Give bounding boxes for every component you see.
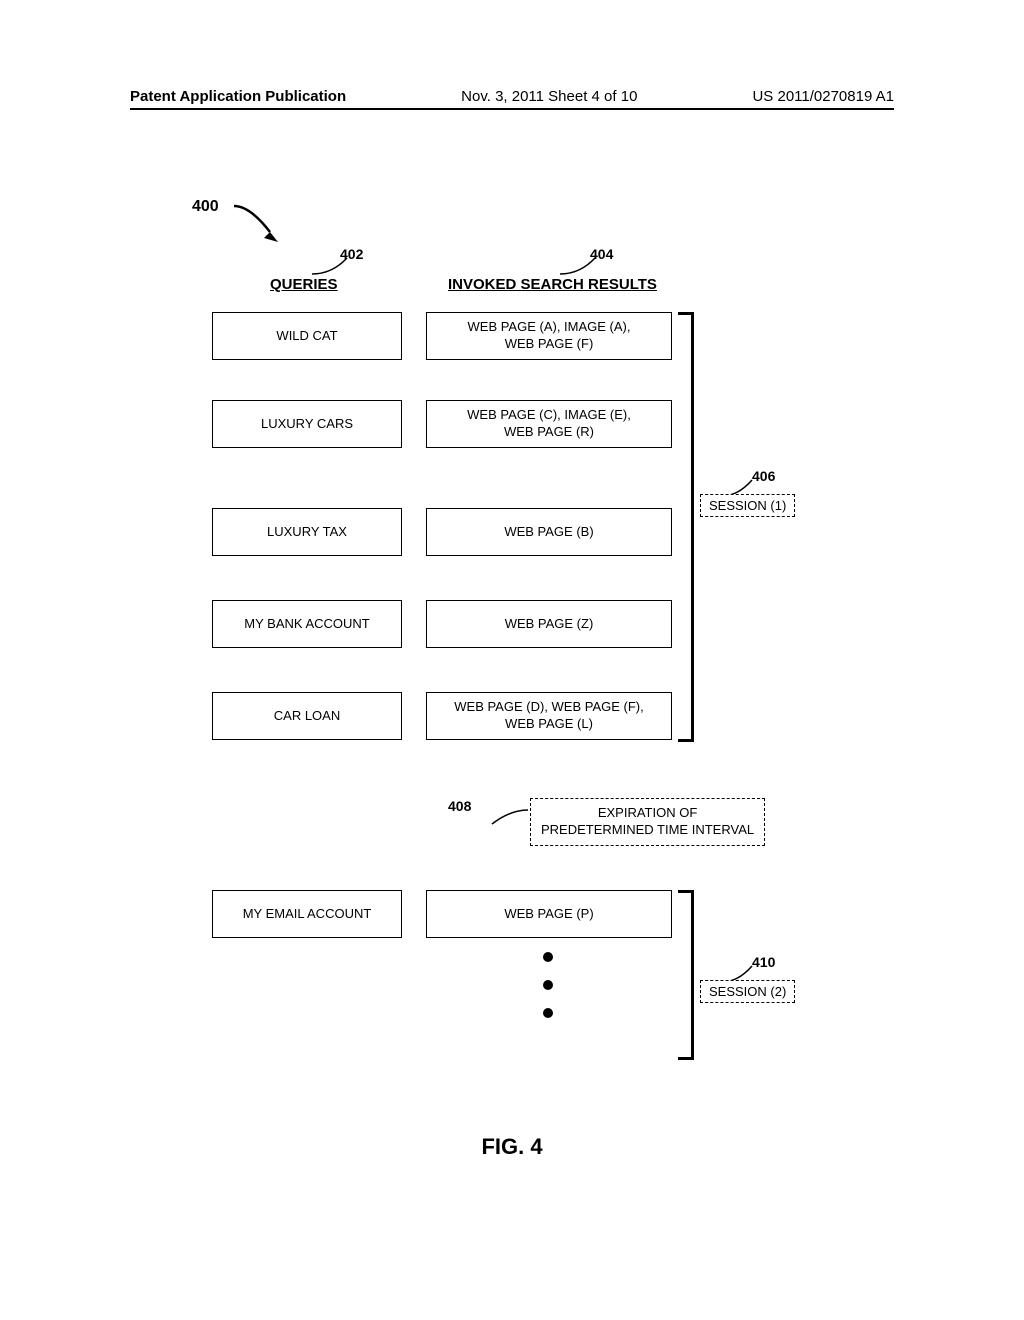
query-box: MY BANK ACCOUNT: [212, 600, 402, 648]
ref-404-label: 404: [590, 246, 613, 262]
result-box: WEB PAGE (P): [426, 890, 672, 938]
continuation-dots-icon: [543, 952, 553, 1018]
result-box: WEB PAGE (A), IMAGE (A), WEB PAGE (F): [426, 312, 672, 360]
ref-400-label: 400: [192, 198, 219, 216]
queries-column-header: QUERIES: [270, 276, 338, 293]
figure-diagram: 400 402 QUERIES 404 INVOKED SEARCH RESUL…: [130, 190, 894, 1240]
session-1-label: SESSION (1): [700, 494, 795, 517]
query-box: LUXURY CARS: [212, 400, 402, 448]
ref-406-label: 406: [752, 468, 775, 484]
result-box: WEB PAGE (Z): [426, 600, 672, 648]
query-box: LUXURY TAX: [212, 508, 402, 556]
figure-caption: FIG. 4: [0, 1134, 1024, 1160]
ref-408-label: 408: [448, 798, 471, 814]
header-center: Nov. 3, 2011 Sheet 4 of 10: [461, 88, 637, 105]
session-1-brace: [678, 312, 694, 742]
header-right: US 2011/0270819 A1: [752, 88, 894, 105]
dot-icon: [543, 952, 553, 962]
result-box: WEB PAGE (B): [426, 508, 672, 556]
ref-402-label: 402: [340, 246, 363, 262]
query-box: WILD CAT: [212, 312, 402, 360]
dot-icon: [543, 980, 553, 990]
header-divider: [130, 108, 894, 110]
ref-400-arrow-icon: [230, 202, 290, 248]
results-column-header: INVOKED SEARCH RESULTS: [448, 276, 657, 293]
result-box: WEB PAGE (C), IMAGE (E), WEB PAGE (R): [426, 400, 672, 448]
header-left: Patent Application Publication: [130, 88, 346, 105]
page-header: Patent Application Publication Nov. 3, 2…: [0, 88, 1024, 105]
query-box: CAR LOAN: [212, 692, 402, 740]
session-2-label: SESSION (2): [700, 980, 795, 1003]
dot-icon: [543, 1008, 553, 1018]
ref-410-label: 410: [752, 954, 775, 970]
session-2-brace: [678, 890, 694, 1060]
result-box: WEB PAGE (D), WEB PAGE (F), WEB PAGE (L): [426, 692, 672, 740]
expiration-box: EXPIRATION OF PREDETERMINED TIME INTERVA…: [530, 798, 765, 846]
query-box: MY EMAIL ACCOUNT: [212, 890, 402, 938]
ref-408-tick-icon: [480, 806, 530, 826]
